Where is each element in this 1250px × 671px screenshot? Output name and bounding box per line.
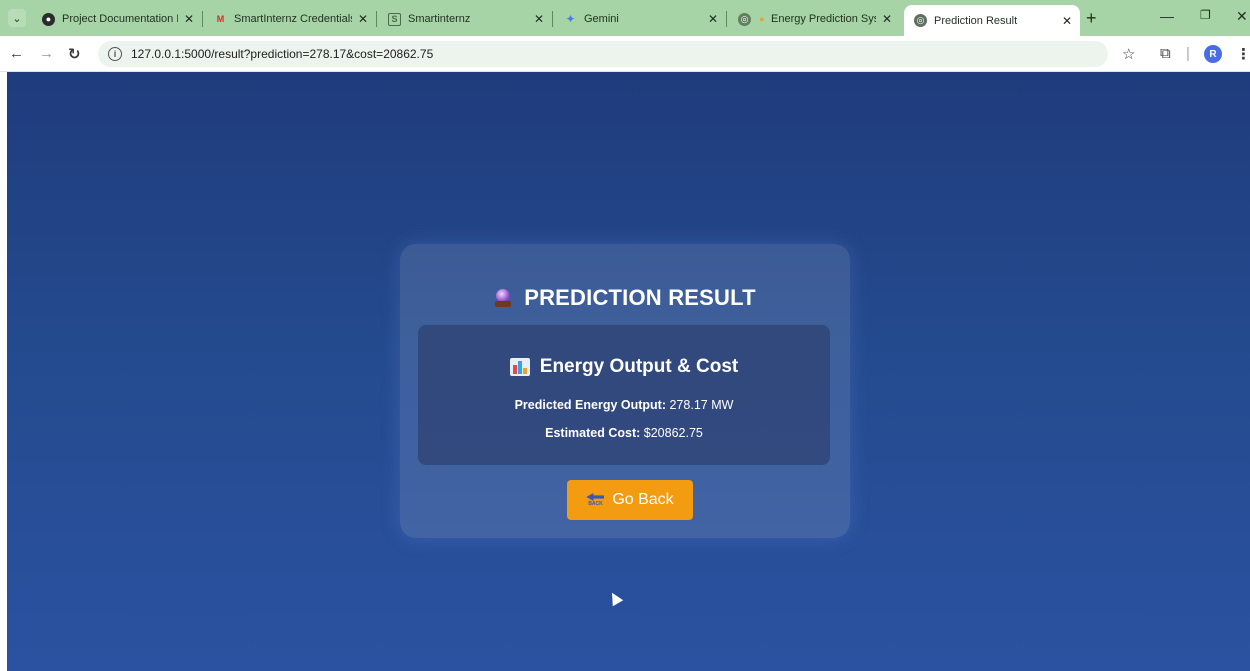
back-icon-text: BACK [588, 501, 603, 507]
back-arrow-icon[interactable]: ← [9, 45, 24, 62]
address-bar[interactable]: i 127.0.0.1:5000/result?prediction=278.1… [98, 41, 1108, 67]
tab-strip: ⌄ ● Project Documentation Pro ✕ M SmartI… [0, 0, 1250, 36]
section-title: Energy Output & Cost [539, 356, 739, 377]
globe-icon: ◎ [738, 12, 751, 26]
site-info-icon[interactable]: i [108, 47, 122, 61]
go-back-button[interactable]: BACK Go Back [567, 480, 693, 520]
energy-label: Predicted Energy Output: [514, 398, 666, 412]
tab-search-chevron-icon[interactable]: ⌄ [8, 9, 26, 27]
toolbar-divider: | [1186, 45, 1190, 62]
reload-icon[interactable]: ↻ [68, 45, 81, 63]
tab-smartinternz[interactable]: S Smartinternz ✕ [378, 6, 553, 32]
tab-title: Prediction Result [934, 14, 1018, 27]
tab-gemini[interactable]: ✦ Gemini ✕ [554, 6, 727, 32]
bar-chart-icon [509, 358, 530, 376]
section-title-row: Energy Output & Cost [418, 356, 830, 378]
result-card: PREDICTION RESULT Energy Output & Cost P… [400, 244, 850, 538]
close-window-icon[interactable]: ✕ [1236, 8, 1248, 25]
gemini-star-icon: ✦ [565, 12, 576, 26]
tab-project-documentation[interactable]: ● Project Documentation Pro ✕ [32, 6, 203, 32]
page-title: PREDICTION RESULT [524, 285, 756, 310]
circle-dark-icon: ● [42, 12, 55, 26]
bookmark-star-icon[interactable]: ☆ [1122, 45, 1135, 63]
gmail-icon: M [216, 14, 225, 24]
close-tab-icon[interactable]: ✕ [1062, 14, 1072, 28]
back-arrow-icon: BACK [586, 493, 605, 507]
tab-title: Energy Prediction Syste [771, 13, 876, 25]
crystal-ball-icon [494, 289, 512, 307]
tab-smartinternz-credentials[interactable]: M SmartInternz Credentials fo ✕ [204, 6, 377, 32]
tab-title: Gemini [584, 13, 619, 25]
close-tab-icon[interactable]: ✕ [882, 12, 892, 26]
energy-output-line: Predicted Energy Output: 278.17 MW [418, 398, 830, 412]
close-tab-icon[interactable]: ✕ [358, 12, 368, 26]
mouse-cursor-icon [606, 589, 624, 607]
url-text: 127.0.0.1:5000/result?prediction=278.17&… [131, 47, 434, 61]
new-tab-button[interactable]: + [1086, 8, 1097, 29]
menu-kebab-icon[interactable]: ⋮ [1236, 45, 1250, 63]
restore-icon[interactable]: ❐ [1200, 8, 1211, 22]
minimize-icon[interactable]: — [1160, 8, 1174, 24]
close-tab-icon[interactable]: ✕ [708, 12, 718, 26]
tab-title: SmartInternz Credentials fo [234, 13, 352, 25]
forward-arrow-icon[interactable]: → [39, 45, 54, 62]
page-title-row: PREDICTION RESULT [400, 285, 850, 311]
close-tab-icon[interactable]: ✕ [534, 12, 544, 26]
smartinternz-icon: S [388, 12, 401, 26]
cost-label: Estimated Cost: [545, 426, 641, 440]
page-viewport: PREDICTION RESULT Energy Output & Cost P… [7, 72, 1250, 671]
cost-value: $20862.75 [643, 426, 703, 440]
tab-prediction-result[interactable]: ◎ Prediction Result ✕ [904, 5, 1080, 36]
profile-avatar[interactable]: R [1204, 45, 1222, 63]
loading-dot-icon: ● [759, 14, 765, 24]
estimated-cost-line: Estimated Cost: $20862.75 [418, 426, 830, 440]
extensions-icon[interactable]: ⧉ [1160, 45, 1171, 62]
energy-value: 278.17 MW [669, 398, 734, 412]
result-panel: Energy Output & Cost Predicted Energy Ou… [418, 325, 830, 465]
go-back-label: Go Back [612, 491, 674, 508]
browser-toolbar: ← → ↻ i 127.0.0.1:5000/result?prediction… [0, 36, 1250, 72]
tab-energy-prediction[interactable]: ◎ ● Energy Prediction Syste ✕ [728, 6, 900, 32]
tab-title: Smartinternz [408, 13, 471, 25]
tab-title: Project Documentation Pro [62, 13, 178, 25]
close-tab-icon[interactable]: ✕ [184, 12, 194, 26]
globe-icon: ◎ [914, 14, 927, 27]
